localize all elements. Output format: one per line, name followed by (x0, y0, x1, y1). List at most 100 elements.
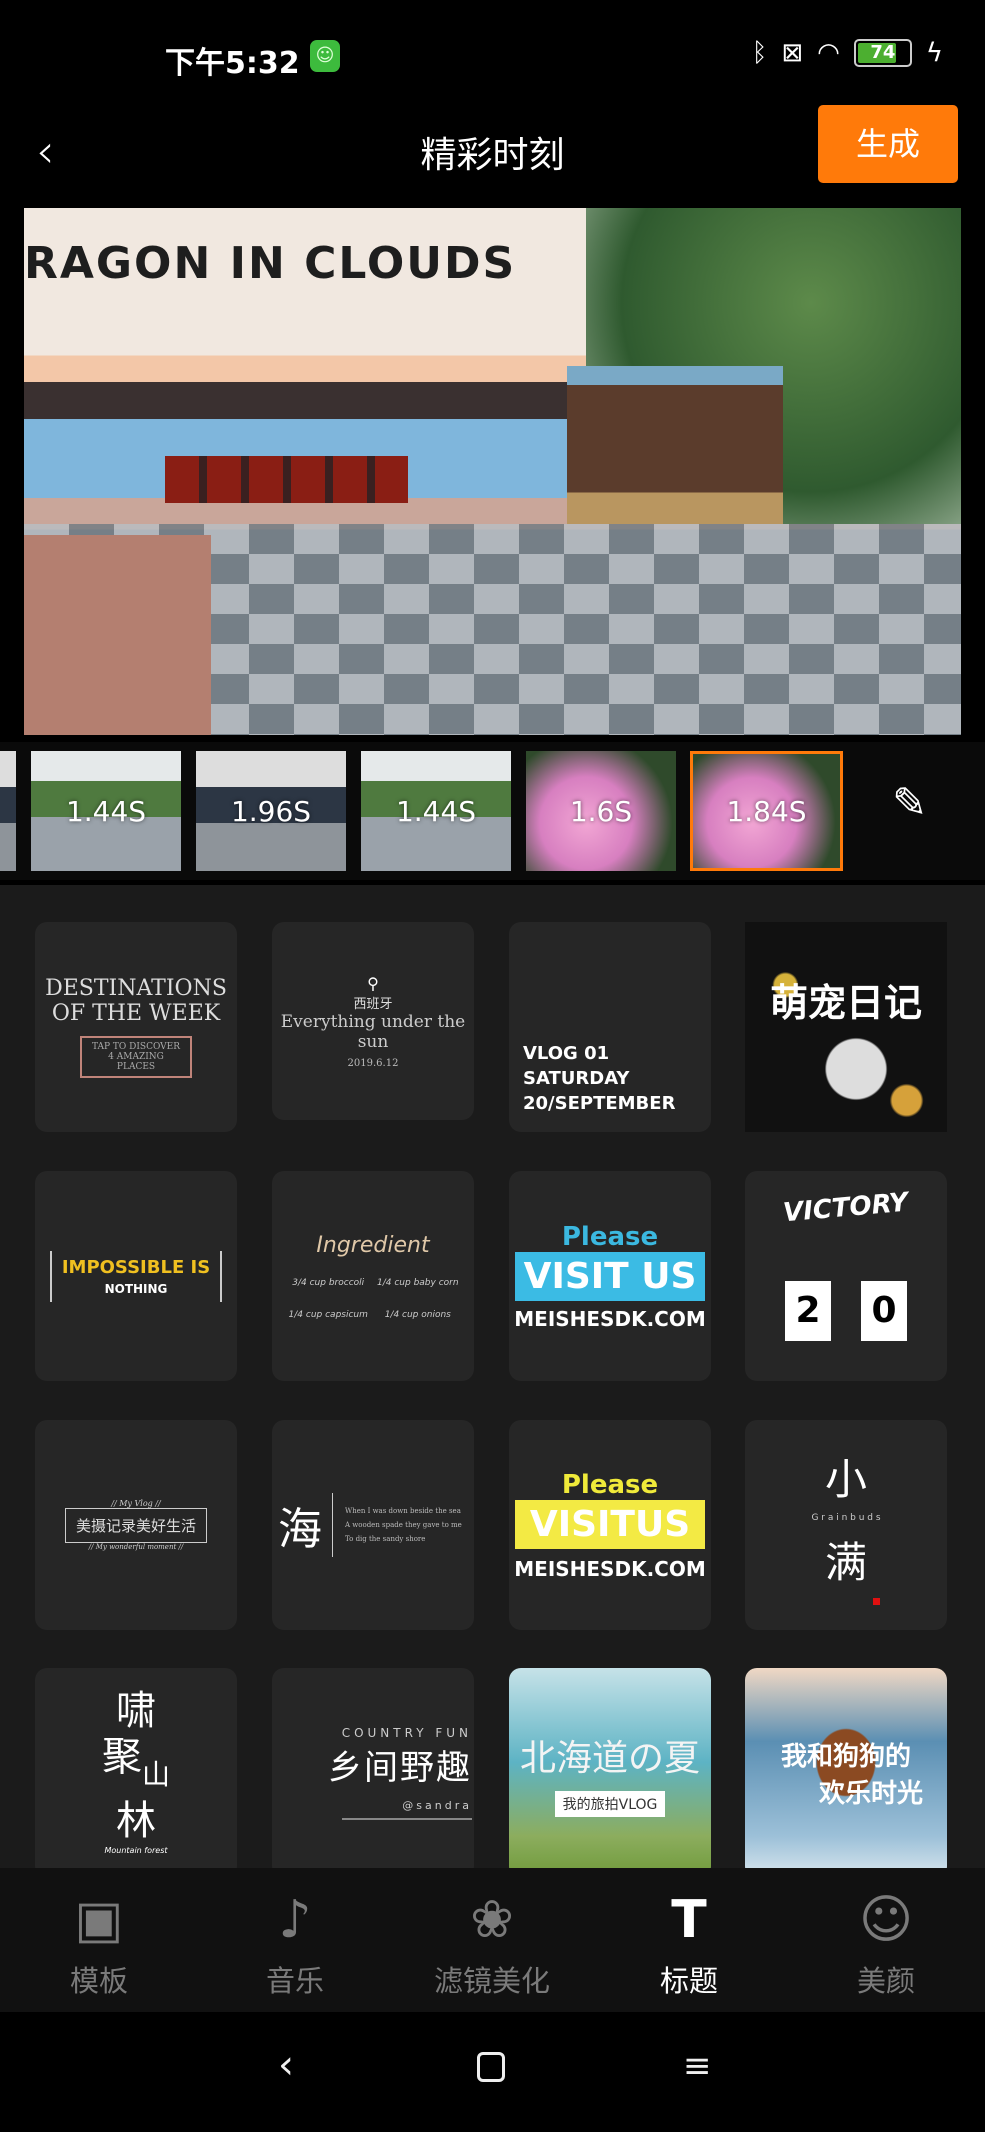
template-icon: ▣ (74, 1890, 124, 1950)
template-text: // My Vlog // (111, 1499, 161, 1508)
template-text: When I was down beside the sea (345, 1507, 461, 1515)
template-text: DESTINATIONS (45, 976, 227, 1001)
tab-filter[interactable]: ❀ 滤镜美化 (412, 1888, 572, 2000)
template-card[interactable]: 海 When I was down beside the sea A woode… (272, 1420, 474, 1630)
template-text: Everything under the sun (280, 1011, 466, 1052)
template-text: 美摄记录美好生活 (64, 1508, 207, 1543)
ingredient-item: 1/4 cup capsicum (288, 1309, 368, 1320)
nav-menu-icon[interactable]: ≡ (683, 2046, 712, 2086)
ingredient-item: 1/4 cup onions (384, 1309, 451, 1320)
template-text: Please (561, 1221, 659, 1252)
header: ‹ 精彩时刻 生成 (0, 105, 985, 205)
template-text: VLOG 01 (523, 1043, 610, 1064)
template-text: 萌宠日记 (769, 981, 922, 1025)
template-text: 2 (785, 1281, 831, 1341)
status-bar: 下午5:32 ☺ ᛒ ⊠ ◠ 74 ϟ (0, 0, 985, 110)
template-text: 小 (824, 1454, 867, 1504)
template-text: IMPOSSIBLE IS (61, 1256, 211, 1278)
template-card[interactable]: ⚲ 西班牙 Everything under the sun 2019.6.12 (272, 922, 474, 1120)
ingredient-item: 1/4 cup baby corn (377, 1277, 459, 1288)
template-text: TAP TO DISCOVER 4 AMAZING PLACES (80, 1036, 192, 1078)
template-card[interactable]: 萌宠日记 (745, 922, 947, 1132)
template-text: COUNTRY FUN (341, 1726, 472, 1740)
template-card[interactable]: 北海道の夏 我的旅拍VLOG (509, 1668, 711, 1868)
template-card[interactable]: Please VISITUS MEISHESDK.COM (509, 1420, 711, 1630)
charging-icon: ϟ (925, 38, 943, 68)
title-icon: T (671, 1890, 707, 1950)
clip-duration: 1.44S (395, 794, 477, 828)
preview-hut (567, 366, 783, 525)
template-text: 欢乐时光 (818, 1779, 923, 1809)
template-text: MEISHESDK.COM (514, 1306, 706, 1331)
title-template-grid: DESTINATIONS OF THE WEEK TAP TO DISCOVER… (0, 885, 985, 1868)
template-card[interactable]: 小 G r a i n b u d s 满 (745, 1420, 947, 1630)
nav-back-icon[interactable]: ‹ (278, 2042, 294, 2088)
nav-home-icon[interactable] (477, 2052, 505, 2082)
template-text: VISIT US (515, 1251, 705, 1301)
template-card[interactable]: COUNTRY FUN 乡间野趣 @sandra (272, 1668, 474, 1868)
template-card[interactable]: VLOG 01 SATURDAY 20/SEPTEMBER (509, 922, 711, 1132)
template-card[interactable]: IMPOSSIBLE IS NOTHING (35, 1171, 237, 1381)
template-card[interactable]: Ingredient 3/4 cup broccoli 1/4 cup baby… (272, 1171, 474, 1381)
clip-thumb-selected[interactable]: 1.84S (690, 751, 843, 871)
preview-sign: RAGON IN CLOUDS (24, 238, 517, 289)
tab-music[interactable]: ♪ 音乐 (215, 1888, 375, 2000)
template-text: 我和狗狗的 (780, 1742, 911, 1772)
beauty-icon: ☺ (858, 1890, 914, 1950)
wifi-icon: ◠ (817, 38, 840, 68)
template-text: 林 (116, 1798, 156, 1844)
template-card[interactable]: 啸 聚山 林 Mountain forest (35, 1668, 237, 1868)
template-text: 20/SEPTEMBER (523, 1093, 676, 1114)
clip-duration: 1.44S (65, 794, 147, 828)
generate-button[interactable]: 生成 (818, 105, 958, 183)
clip-thumb[interactable]: 1.6S (526, 751, 676, 871)
template-text: Please (561, 1469, 659, 1500)
battery-level: 74 (870, 42, 896, 63)
template-text: To dig the sandy shore (345, 1535, 426, 1543)
clip-thumb[interactable]: 1.44S (31, 751, 181, 871)
template-text: 满 (824, 1537, 867, 1587)
edit-pencil-icon[interactable]: ✎ (892, 778, 927, 827)
template-text: OF THE WEEK (51, 1001, 221, 1026)
preview-chairs (164, 455, 409, 504)
preview-brick (24, 534, 212, 735)
clip-thumb[interactable]: 1.44S (361, 751, 511, 871)
tab-beauty[interactable]: ☺ 美颜 (806, 1888, 966, 2000)
template-text: 2019.6.12 (347, 1057, 399, 1069)
ingredient-item: 3/4 cup broccoli (292, 1277, 365, 1288)
template-text: 山 (141, 1758, 170, 1791)
template-text: VICTORY (782, 1187, 910, 1229)
clip-duration: 1.6S (569, 794, 633, 828)
clip-thumb[interactable]: 1.96S (196, 751, 346, 871)
music-icon: ♪ (278, 1890, 312, 1950)
tab-label: 音乐 (265, 1964, 324, 1998)
bottom-tab-bar: ▣ 模板 ♪ 音乐 ❀ 滤镜美化 T 标题 ☺ 美颜 (0, 1868, 985, 2012)
status-time: 下午5:32 (165, 46, 300, 81)
template-card[interactable]: Please VISIT US MEISHESDK.COM (509, 1171, 711, 1381)
video-preview[interactable]: RAGON IN CLOUDS (24, 208, 961, 735)
app-notification-icon: ☺ (310, 40, 340, 72)
template-card[interactable]: VICTORY 2 0 (745, 1171, 947, 1381)
tab-label: 标题 (659, 1964, 718, 1998)
template-text: Ingredient (316, 1232, 430, 1258)
clip-duration: 1.96S (230, 794, 312, 828)
tab-template[interactable]: ▣ 模板 (19, 1888, 179, 2000)
template-text: Mountain forest (104, 1846, 168, 1855)
template-text: 西班牙 (353, 996, 393, 1012)
template-text: @sandra (342, 1799, 472, 1820)
template-text: 北海道の夏 (519, 1738, 700, 1779)
template-card[interactable]: // My Vlog // 美摄记录美好生活 // My wonderful m… (35, 1420, 237, 1630)
clip-strip: 1.44S 1.96S 1.44S 1.6S 1.84S ✎ (0, 742, 985, 880)
template-text: G r a i n b u d s (811, 1512, 881, 1523)
tab-title[interactable]: T 标题 (609, 1888, 769, 2000)
template-text: 啸 (116, 1688, 156, 1734)
template-text: VISITUS (515, 1499, 705, 1549)
template-card[interactable]: DESTINATIONS OF THE WEEK TAP TO DISCOVER… (35, 922, 237, 1132)
battery-icon: 74 (853, 39, 912, 67)
template-text: NOTHING (104, 1281, 168, 1296)
template-text: 乡间野趣 (328, 1748, 472, 1788)
template-text: A wooden spade they gave to me (345, 1521, 462, 1529)
template-text: 0 (861, 1281, 907, 1341)
clip-thumb[interactable] (0, 751, 16, 871)
template-card[interactable]: 我和狗狗的 欢乐时光 (745, 1668, 947, 1868)
